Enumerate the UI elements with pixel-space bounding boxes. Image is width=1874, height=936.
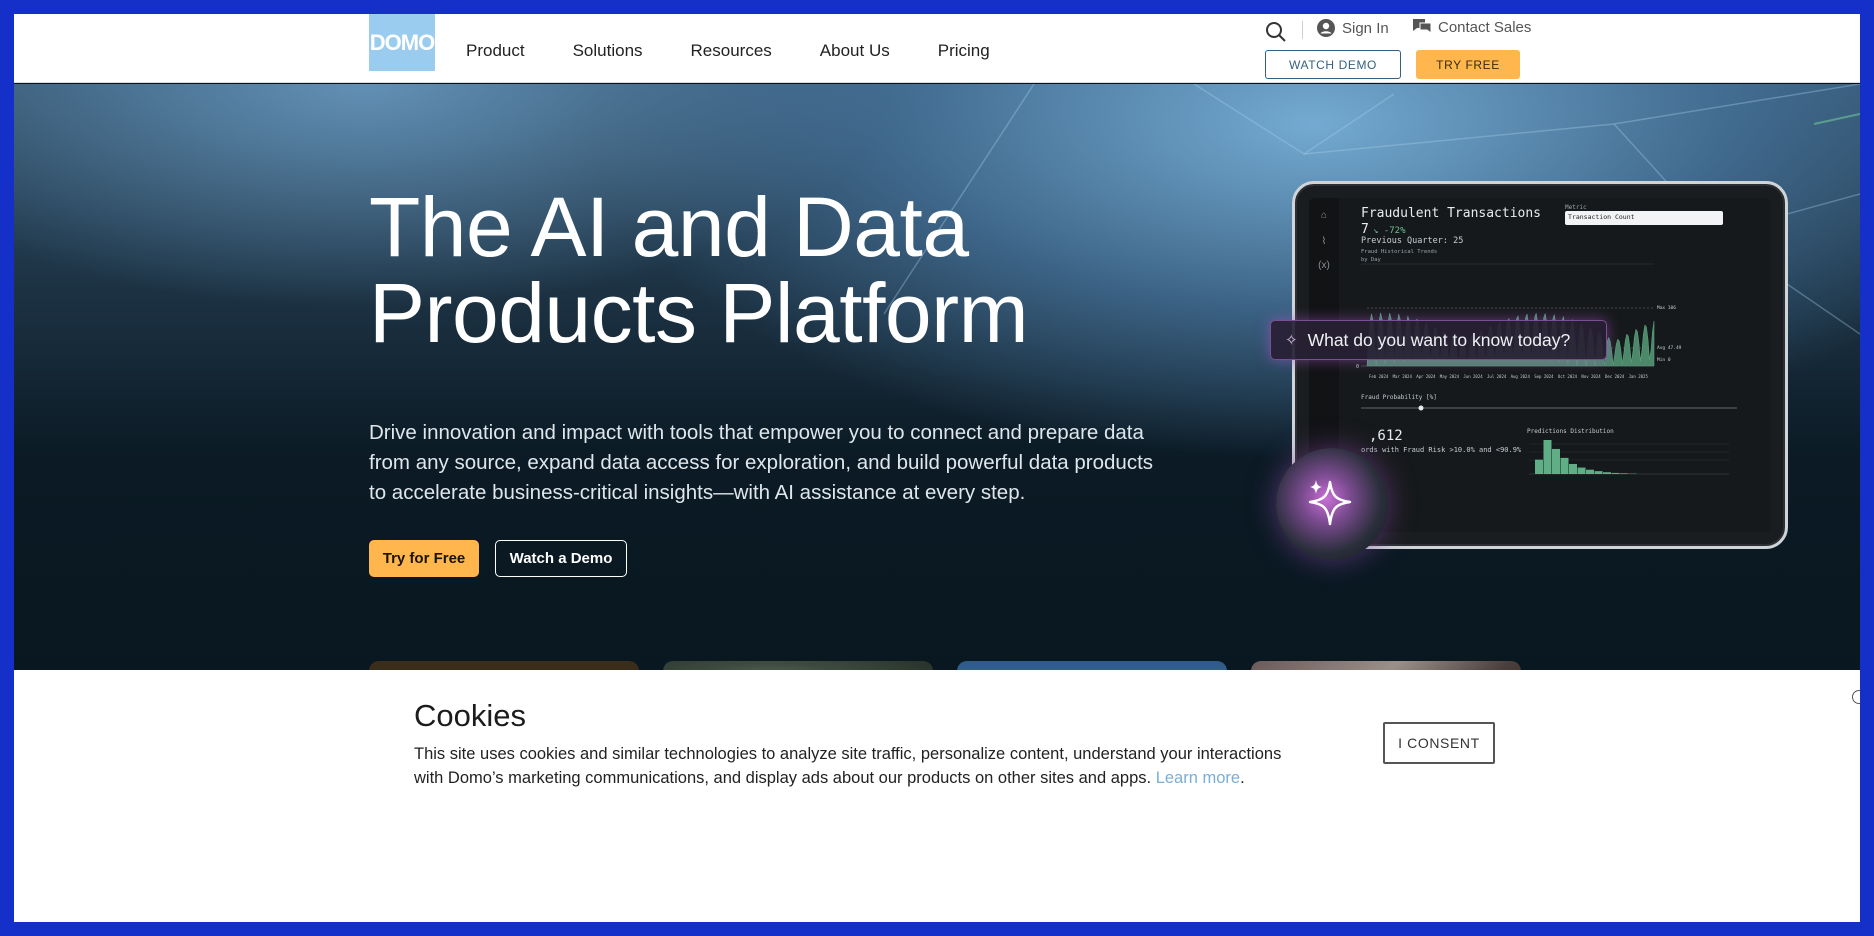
ai-prompt-pill[interactable]: ✧ What do you want to know today? <box>1270 320 1607 360</box>
x-tick-label: Nov 2024 <box>1581 374 1601 379</box>
dist-bar <box>1586 469 1594 474</box>
ref-label-min: Min 0 <box>1657 357 1671 363</box>
x-tick-label: May 2024 <box>1440 374 1460 379</box>
nav-resources[interactable]: Resources <box>691 41 772 61</box>
cookie-banner: Cookies This site uses cookies and simil… <box>14 670 1860 922</box>
x-tick-label: Oct 2024 <box>1558 374 1578 379</box>
ai-prompt-text: What do you want to know today? <box>1307 329 1571 350</box>
records-count: ,612 <box>1369 428 1403 444</box>
hero-title: The AI and Data Products Platform <box>369 184 1129 356</box>
try-free-button[interactable]: TRY FREE <box>1416 50 1520 79</box>
x-tick-label: Jan 2025 <box>1629 374 1649 379</box>
fraud-probability-label: Fraud Probability [%] <box>1361 394 1437 401</box>
y-tick-label: 0 <box>1356 364 1359 370</box>
watch-a-demo-button[interactable]: Watch a Demo <box>495 540 627 577</box>
x-tick-label: Jul 2024 <box>1487 374 1507 379</box>
dist-bar <box>1620 473 1628 474</box>
domo-logo[interactable]: DOMO <box>369 14 435 71</box>
x-tick-label: Mar 2024 <box>1393 374 1413 379</box>
distribution-label: Predictions Distribution <box>1527 428 1614 435</box>
cookie-period: . <box>1240 769 1245 787</box>
sign-in-label: Sign In <box>1342 19 1389 37</box>
ref-label-avg: Avg 47.49 <box>1657 345 1682 351</box>
x-tick-label: Feb 2024 <box>1369 374 1389 379</box>
ai-orb[interactable] <box>1276 448 1388 560</box>
learn-more-link[interactable]: Learn more <box>1156 769 1240 787</box>
hero-title-line2: Products Platform <box>369 266 1029 360</box>
dist-bar <box>1535 459 1543 474</box>
dist-bar <box>1560 457 1569 474</box>
nav-about-us[interactable]: About Us <box>820 41 890 61</box>
contact-sales-link[interactable]: Contact Sales <box>1412 18 1531 36</box>
dist-bar <box>1603 472 1611 474</box>
dist-bar <box>1552 448 1560 474</box>
dist-bar <box>1594 471 1603 474</box>
user-icon <box>1317 19 1335 37</box>
sparkle-icon: ✧ <box>1285 332 1298 349</box>
x-tick-label: Sep 2024 <box>1534 374 1554 379</box>
search-icon[interactable] <box>1264 20 1288 44</box>
browser-viewport: The AI and Data Products Platform Drive … <box>14 14 1860 922</box>
sign-in-link[interactable]: Sign In <box>1316 18 1389 38</box>
x-tick-label: Jun 2024 <box>1463 374 1483 379</box>
x-tick-label: Dec 2024 <box>1605 374 1625 379</box>
cookie-text: This site uses cookies and similar techn… <box>414 742 1314 790</box>
cookie-title: Cookies <box>414 698 526 733</box>
hero-title-line1: The AI and Data <box>369 180 969 274</box>
nav-product[interactable]: Product <box>466 41 525 61</box>
watch-demo-button[interactable]: WATCH DEMO <box>1265 50 1401 79</box>
hero-subtitle: Drive innovation and impact with tools t… <box>369 421 1154 504</box>
dist-bar <box>1543 440 1552 474</box>
dist-bar <box>1611 472 1620 474</box>
chat-icon <box>1413 19 1432 34</box>
ai-sparkle-icon <box>1308 480 1352 526</box>
try-for-free-button[interactable]: Try for Free <box>369 540 479 577</box>
nav-pricing[interactable]: Pricing <box>938 41 990 61</box>
utility-divider <box>1302 21 1303 39</box>
contact-sales-label: Contact Sales <box>1438 18 1532 36</box>
main-nav: Product Solutions Resources About Us Pri… <box>466 41 1038 61</box>
site-header: DOMO Product Solutions Resources About U… <box>14 14 1860 83</box>
close-icon[interactable] <box>1852 690 1860 704</box>
dist-bar <box>1577 467 1586 474</box>
nav-solutions[interactable]: Solutions <box>573 41 643 61</box>
cookie-description: This site uses cookies and similar techn… <box>414 745 1282 787</box>
dist-bar <box>1569 463 1577 474</box>
ref-label-max: Max 106 <box>1657 305 1676 311</box>
probability-slider-handle <box>1418 405 1424 411</box>
consent-button[interactable]: I CONSENT <box>1383 722 1495 764</box>
x-tick-label: Apr 2024 <box>1416 374 1436 379</box>
x-tick-label: Aug 2024 <box>1511 374 1531 379</box>
records-description: ords with Fraud Risk >10.0% and <90.9% <box>1361 446 1522 454</box>
